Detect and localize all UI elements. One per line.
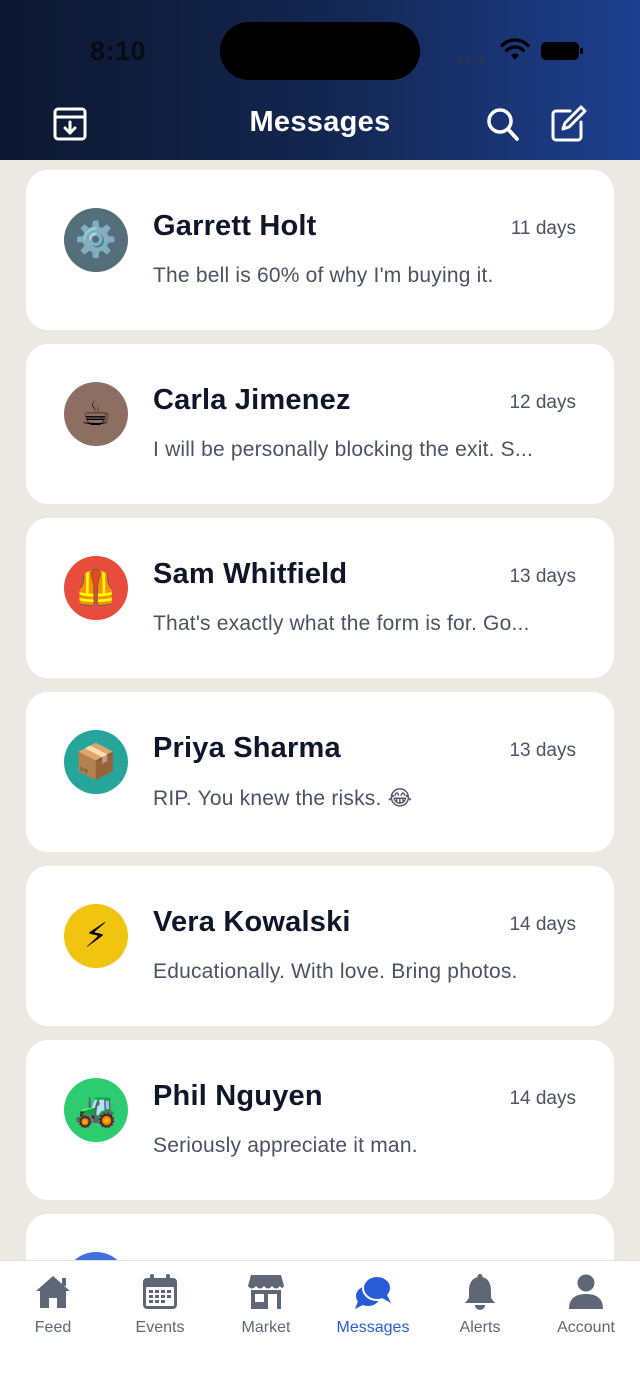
tab-feed[interactable]: Feed bbox=[3, 1273, 103, 1343]
message-preview: RIP. You knew the risks. 😂 bbox=[153, 787, 413, 810]
tab-events[interactable]: Events bbox=[110, 1273, 210, 1343]
lightning-icon: ⚡ bbox=[84, 917, 108, 955]
tab-label: Account bbox=[557, 1319, 615, 1336]
chat-icon bbox=[355, 1275, 392, 1309]
message-time: 14 days bbox=[509, 914, 576, 935]
avatar: ⚡ bbox=[64, 904, 128, 968]
contact-name: Priya Sharma bbox=[153, 732, 341, 764]
conversation-item[interactable]: 🦺 Sam Whitfield 13 days That's exactly w… bbox=[26, 518, 614, 678]
bell-icon bbox=[465, 1274, 495, 1310]
search-button[interactable] bbox=[484, 104, 522, 144]
package-icon: 📦 bbox=[74, 743, 118, 781]
home-icon bbox=[36, 1276, 70, 1308]
conversation-item[interactable]: 📦 Priya Sharma 13 days RIP. You knew the… bbox=[26, 692, 614, 852]
message-preview: The bell is 60% of why I'm buying it. bbox=[153, 264, 494, 287]
tractor-icon: 🚜 bbox=[74, 1091, 118, 1129]
tab-account[interactable]: Account bbox=[536, 1273, 636, 1343]
tab-label: Feed bbox=[34, 1319, 72, 1336]
wifi-icon bbox=[500, 38, 530, 60]
tab-label: Events bbox=[135, 1319, 185, 1336]
page-title: Messages bbox=[249, 106, 391, 138]
message-preview: Seriously appreciate it man. bbox=[153, 1134, 418, 1157]
message-time: 11 days bbox=[510, 218, 576, 239]
conversation-item[interactable] bbox=[26, 1214, 614, 1260]
contact-name: Vera Kowalski bbox=[153, 906, 351, 938]
person-icon bbox=[569, 1274, 603, 1309]
tab-alerts[interactable]: Alerts bbox=[430, 1273, 530, 1343]
battery-icon bbox=[541, 42, 583, 60]
tab-label: Messages bbox=[336, 1319, 410, 1336]
conversation-list[interactable]: ⚙️ Garrett Holt 11 days The bell is 60% … bbox=[0, 160, 640, 1260]
tab-market[interactable]: Market bbox=[216, 1273, 316, 1343]
message-time: 12 days bbox=[509, 392, 576, 413]
tab-label: Alerts bbox=[459, 1319, 501, 1336]
cellular-signal-icon bbox=[458, 50, 490, 63]
conversation-item[interactable]: ⚡ Vera Kowalski 14 days Educationally. W… bbox=[26, 866, 614, 1026]
safety-vest-icon: 🦺 bbox=[74, 569, 118, 607]
dynamic-island bbox=[220, 22, 420, 80]
message-time: 13 days bbox=[509, 566, 576, 587]
status-time: 8:10 bbox=[90, 36, 147, 66]
avatar: ⚙️ bbox=[64, 208, 128, 272]
avatar bbox=[64, 1252, 128, 1260]
app-header: 8:10 Messages bbox=[0, 0, 640, 160]
store-icon bbox=[248, 1275, 284, 1309]
bottom-tab-bar: Feed Events Market Messages Alerts Accou… bbox=[0, 1260, 640, 1391]
message-preview: That's exactly what the form is for. Go.… bbox=[153, 612, 530, 635]
message-time: 13 days bbox=[509, 740, 576, 761]
conversation-item[interactable]: ⚙️ Garrett Holt 11 days The bell is 60% … bbox=[26, 170, 614, 330]
coffee-icon: ☕ bbox=[80, 395, 112, 433]
contact-name: Sam Whitfield bbox=[153, 558, 348, 590]
contact-name: Carla Jimenez bbox=[153, 384, 351, 416]
message-preview: Educationally. With love. Bring photos. bbox=[153, 960, 518, 983]
avatar: 🚜 bbox=[64, 1078, 128, 1142]
calendar-icon bbox=[143, 1274, 177, 1309]
avatar: 📦 bbox=[64, 730, 128, 794]
contact-name: Phil Nguyen bbox=[153, 1080, 323, 1112]
contact-name: Garrett Holt bbox=[153, 210, 317, 242]
avatar: ☕ bbox=[64, 382, 128, 446]
message-preview: I will be personally blocking the exit. … bbox=[153, 438, 533, 461]
conversation-item[interactable]: 🚜 Phil Nguyen 14 days Seriously apprecia… bbox=[26, 1040, 614, 1200]
gear-icon: ⚙️ bbox=[74, 221, 118, 259]
avatar: 🦺 bbox=[64, 556, 128, 620]
compose-button[interactable] bbox=[548, 104, 588, 144]
conversation-item[interactable]: ☕ Carla Jimenez 12 days I will be person… bbox=[26, 344, 614, 504]
tab-messages[interactable]: Messages bbox=[323, 1273, 423, 1343]
tab-label: Market bbox=[241, 1319, 291, 1336]
message-time: 14 days bbox=[509, 1088, 576, 1109]
